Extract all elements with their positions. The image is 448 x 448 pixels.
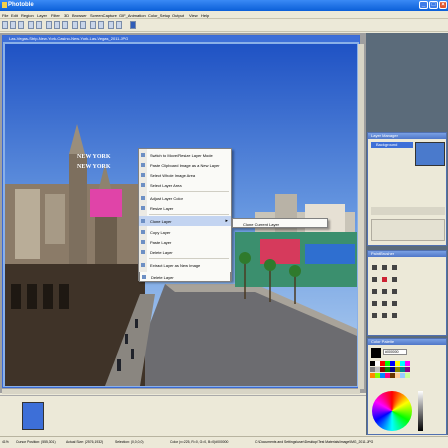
layer-thumbnail bbox=[415, 142, 445, 166]
new-icon[interactable] bbox=[2, 21, 8, 29]
copy-icon[interactable] bbox=[54, 21, 60, 29]
menu-color-setup[interactable]: Color_Setup bbox=[148, 13, 170, 18]
close-button[interactable]: × bbox=[439, 1, 447, 9]
menu-item-move-resize-layer[interactable]: Switch to Move/Resize Layer Mode bbox=[139, 150, 231, 160]
paste-icon bbox=[141, 163, 145, 167]
redo-icon[interactable] bbox=[36, 21, 42, 29]
context-menu: Switch to Move/Resize Layer Mode Paste C… bbox=[138, 148, 232, 281]
rotate-icon[interactable] bbox=[90, 21, 96, 29]
menu-gif-animation[interactable]: GIF_Animation bbox=[119, 13, 146, 18]
scan-icon[interactable] bbox=[116, 21, 122, 29]
menu-browser[interactable]: Browser bbox=[72, 13, 87, 18]
status-path: C:\Documents and Settings\user\Desktop\T… bbox=[255, 440, 374, 444]
zoom-in-icon[interactable] bbox=[72, 21, 78, 29]
move-icon bbox=[141, 153, 145, 157]
save-icon[interactable] bbox=[18, 21, 24, 29]
color-palette-panel: Color Palette #000000 bbox=[367, 338, 447, 435]
color-palette-title: Color Palette bbox=[368, 339, 446, 345]
maximize-button[interactable]: □ bbox=[429, 1, 438, 9]
status-cursor: Cursor Position: (555,301) bbox=[16, 440, 56, 444]
layer-controls[interactable] bbox=[371, 219, 445, 241]
status-actual-size: Actual Size: (2576,1932) bbox=[66, 440, 104, 444]
select-icon bbox=[141, 173, 145, 177]
menu-item-paste-layer[interactable]: Paste Layer bbox=[139, 237, 231, 247]
horizontal-scrollbar[interactable] bbox=[2, 389, 360, 394]
image-thumbnail[interactable] bbox=[22, 402, 44, 430]
menu-item-select-whole-image[interactable]: Select Whole Image Area bbox=[139, 170, 231, 180]
layer-manager-title: Layer Manager bbox=[368, 133, 446, 139]
paint-brush-panel: PaintBrusher bbox=[367, 250, 447, 336]
clone-submenu: Clone Current Layer bbox=[232, 218, 328, 228]
app-icon bbox=[2, 2, 7, 8]
foreground-color-swatch[interactable] bbox=[371, 348, 381, 358]
menu-3d[interactable]: 3D bbox=[64, 13, 69, 18]
menu-filter[interactable]: Filter bbox=[51, 13, 60, 18]
paste-icon[interactable] bbox=[62, 21, 68, 29]
palette-swatches[interactable] bbox=[368, 361, 446, 383]
menu-layer[interactable]: Layer bbox=[37, 13, 47, 18]
menu-item-adjust-layer-color[interactable]: Adjust Layer Color bbox=[139, 193, 231, 203]
color-icon bbox=[141, 196, 145, 200]
menu-view[interactable]: View bbox=[189, 13, 198, 18]
menu-separator bbox=[149, 258, 229, 259]
menu-separator bbox=[149, 214, 229, 215]
menu-bar: File Edit Region Layer Filter 3D Browser… bbox=[0, 11, 448, 19]
select-layer-icon bbox=[141, 183, 145, 187]
menu-item-extract-as-image[interactable]: Extract Layer as New Image bbox=[139, 260, 231, 270]
image-browser-strip bbox=[0, 395, 366, 435]
title-bar: Photoble _ □ × bbox=[0, 0, 448, 11]
print-icon[interactable] bbox=[108, 21, 114, 29]
open-icon[interactable] bbox=[10, 21, 16, 29]
vertical-scrollbar[interactable] bbox=[358, 44, 364, 389]
layer-manager-panel: Layer Manager Background bbox=[367, 132, 447, 246]
layer-options-bar[interactable] bbox=[371, 207, 445, 215]
menu-item-delete-layer-bottom[interactable]: Delete Layer bbox=[139, 272, 231, 282]
status-zoom: 41% bbox=[2, 440, 9, 444]
hex-color-field[interactable]: #000000 bbox=[383, 349, 407, 355]
menu-item-clone-layer[interactable]: Clone Layer ▸ bbox=[139, 216, 231, 226]
menu-item-paste-as-layer[interactable]: Paste Clipboard Image as a New Layer bbox=[139, 160, 231, 170]
paste-layer-icon bbox=[141, 240, 145, 244]
submenu-item-clone-current-layer[interactable]: Clone Current Layer bbox=[243, 222, 279, 227]
menu-item-delete-layer[interactable]: Delete Layer bbox=[139, 247, 231, 257]
menu-edit[interactable]: Edit bbox=[11, 13, 18, 18]
crop-icon[interactable] bbox=[98, 21, 104, 29]
status-selection: Selection: (0,0,0,0) bbox=[115, 440, 144, 444]
zoom-out-icon[interactable] bbox=[80, 21, 86, 29]
menu-output[interactable]: Output bbox=[172, 13, 184, 18]
delete-layer-icon bbox=[142, 275, 146, 279]
extract-icon bbox=[141, 263, 145, 267]
menu-file[interactable]: File bbox=[2, 13, 8, 18]
document-title: Las-Vegas-Strip-New-York-Casino-New-York… bbox=[3, 36, 359, 42]
sign-new-york-bottom: NEW YORK bbox=[77, 164, 111, 170]
menu-item-select-layer-area[interactable]: Select Layer Area bbox=[139, 180, 231, 190]
sign-new-york-top: NEW YORK bbox=[77, 154, 111, 160]
menu-separator bbox=[149, 191, 229, 192]
clone-icon bbox=[141, 219, 145, 223]
toolbar bbox=[0, 19, 448, 32]
cut-icon[interactable] bbox=[46, 21, 52, 29]
menu-help[interactable]: Help bbox=[201, 13, 209, 18]
undo-icon[interactable] bbox=[28, 21, 34, 29]
menu-screencapture[interactable]: ScreenCapture bbox=[90, 13, 117, 18]
brightness-slider[interactable] bbox=[418, 391, 423, 431]
layer-item-background[interactable]: Background bbox=[371, 142, 413, 148]
brush-tools-grid[interactable] bbox=[368, 259, 446, 335]
paint-brush-title: PaintBrusher bbox=[368, 251, 446, 257]
status-bar: 41% Cursor Position: (555,301) Actual Si… bbox=[0, 436, 448, 448]
menu-item-resize-layer[interactable]: Resize Layer bbox=[139, 203, 231, 213]
menu-region[interactable]: Region bbox=[21, 13, 34, 18]
color-wheel[interactable] bbox=[372, 391, 412, 431]
copy-icon bbox=[141, 230, 145, 234]
help-icon[interactable] bbox=[130, 21, 136, 29]
minimize-button[interactable]: _ bbox=[419, 1, 428, 9]
status-color: Color (x=225, R=0, G=0, B=0)#000000 bbox=[170, 440, 229, 444]
submenu-arrow-icon: ▸ bbox=[225, 218, 228, 224]
delete-icon bbox=[141, 250, 145, 254]
menu-item-copy-layer[interactable]: Copy Layer bbox=[139, 227, 231, 237]
window-title: Photoble bbox=[8, 2, 34, 8]
resize-icon bbox=[141, 206, 145, 210]
